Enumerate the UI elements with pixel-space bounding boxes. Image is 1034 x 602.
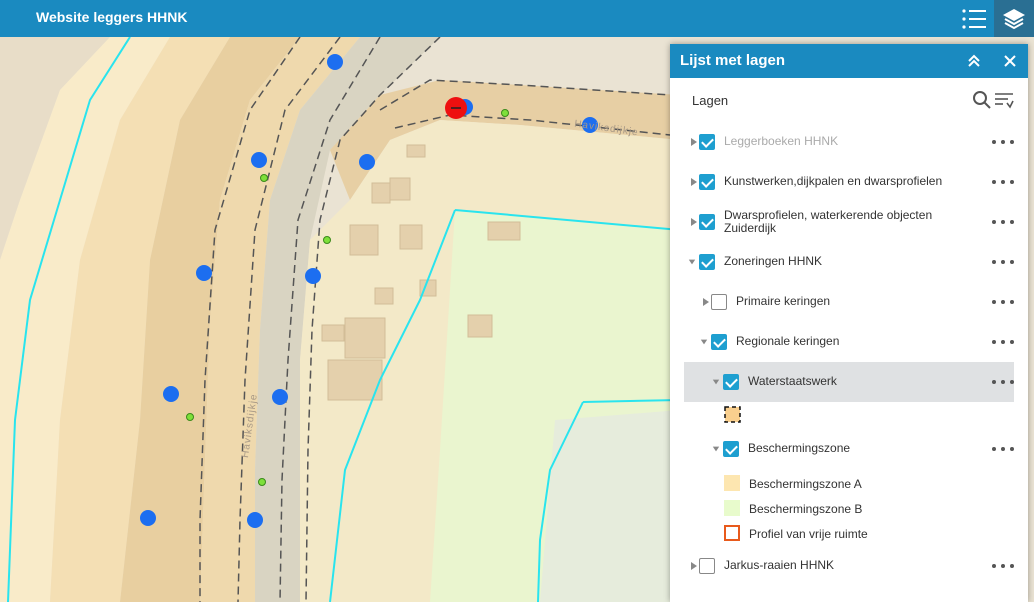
layer-options-button[interactable]: [992, 294, 1014, 310]
legend-waterstaatswerk: [724, 406, 1004, 426]
polygon-symbol-icon: [724, 406, 741, 423]
layer-options-button[interactable]: [992, 374, 1014, 390]
layer-options-button[interactable]: [992, 441, 1014, 457]
collapse-arrow-icon[interactable]: [700, 337, 708, 347]
expand-arrow-icon[interactable]: [690, 137, 698, 147]
layer-options-button[interactable]: [992, 214, 1014, 230]
layer-name: Regionale keringen: [736, 334, 840, 348]
layer-row-leggerboeken[interactable]: Leggerboeken HHNK: [670, 122, 1028, 162]
layer-name: Dwarsprofielen, waterkerende objecten Zu…: [724, 208, 933, 235]
layer-name: Waterstaatswerk: [748, 374, 837, 388]
close-button[interactable]: [1000, 51, 1020, 71]
legend-label: Profiel van vrije ruimte: [749, 527, 868, 541]
layers-icon: [1003, 8, 1025, 29]
search-icon: [973, 91, 991, 109]
layer-options-button[interactable]: [992, 174, 1014, 190]
layer-name: Kunstwerken,dijkpalen en dwarsprofielen: [724, 174, 943, 188]
layer-options-button[interactable]: [992, 558, 1014, 574]
legend-label: Beschermingszone A: [749, 477, 862, 491]
layer-name: Zoneringen HHNK: [724, 254, 823, 268]
collapse-arrow-icon[interactable]: [712, 377, 720, 387]
layer-row-dwarsprofielen[interactable]: Dwarsprofielen, waterkerende objecten Zu…: [670, 202, 1028, 242]
legend-item: Beschermingszone B: [724, 498, 1004, 518]
panel-subheader: Lagen: [670, 78, 1028, 120]
app-header: Website leggers HHNK: [0, 0, 1034, 37]
expand-arrow-icon[interactable]: [702, 297, 710, 307]
layer-row-beschermingszone[interactable]: Beschermingszone: [670, 429, 1028, 469]
layer-checkbox[interactable]: [699, 134, 715, 150]
layer-name: Leggerboeken HHNK: [724, 134, 839, 148]
layers-heading: Lagen: [692, 93, 729, 108]
layer-checkbox[interactable]: [723, 441, 739, 457]
layer-checkbox[interactable]: [723, 374, 739, 390]
layer-name: Primaire keringen: [736, 294, 831, 308]
legend-item: Beschermingszone A: [724, 473, 1004, 493]
legend-swatch: [724, 500, 740, 516]
layer-row-jarkus-raaien[interactable]: Jarkus-raaien HHNK: [670, 546, 1028, 586]
expand-arrow-icon[interactable]: [690, 217, 698, 227]
layer-row-zoneringen[interactable]: Zoneringen HHNK: [670, 242, 1028, 282]
sort-button[interactable]: [994, 90, 1014, 110]
panel-title: Lijst met lagen: [680, 52, 786, 69]
layer-row-primaire-keringen[interactable]: Primaire keringen: [670, 282, 1028, 322]
layer-checkbox[interactable]: [699, 558, 715, 574]
layer-name: Jarkus-raaien HHNK: [724, 558, 835, 572]
layer-row-waterstaatswerk[interactable]: Waterstaatswerk: [684, 362, 1014, 402]
legend-swatch: [724, 475, 740, 491]
panel-header: Lijst met lagen: [670, 44, 1028, 78]
list-icon: [962, 8, 986, 29]
expand-arrow-icon[interactable]: [690, 561, 698, 571]
legend-label: Beschermingszone B: [749, 502, 863, 516]
layer-checkbox[interactable]: [699, 254, 715, 270]
layer-options-button[interactable]: [992, 134, 1014, 150]
layer-row-regionale-keringen[interactable]: Regionale keringen: [670, 322, 1028, 362]
close-icon: [1004, 55, 1016, 67]
layer-checkbox[interactable]: [711, 334, 727, 350]
layer-list-panel: Lijst met lagen Lagen Leggerboeken HHNK …: [670, 44, 1028, 602]
collapse-arrow-icon[interactable]: [712, 444, 720, 454]
collapse-button[interactable]: [964, 51, 984, 71]
layers-button[interactable]: [994, 0, 1034, 37]
expand-arrow-icon[interactable]: [690, 177, 698, 187]
layer-row-kunstwerken[interactable]: Kunstwerken,dijkpalen en dwarsprofielen: [670, 162, 1028, 202]
legend-swatch: [724, 525, 740, 541]
layer-options-button[interactable]: [992, 254, 1014, 270]
search-button[interactable]: [972, 90, 992, 110]
legend-item: Profiel van vrije ruimte: [724, 523, 1004, 543]
collapse-arrow-icon[interactable]: [688, 257, 696, 267]
double-chevron-up-icon: [968, 54, 980, 67]
layer-checkbox[interactable]: [699, 214, 715, 230]
layer-options-button[interactable]: [992, 334, 1014, 350]
layer-list-button[interactable]: [954, 0, 994, 37]
layer-checkbox[interactable]: [699, 174, 715, 190]
layer-checkbox[interactable]: [711, 294, 727, 310]
layer-name: Beschermingszone: [748, 441, 851, 455]
sort-icon: [995, 93, 1014, 109]
app-title: Website leggers HHNK: [36, 9, 188, 25]
